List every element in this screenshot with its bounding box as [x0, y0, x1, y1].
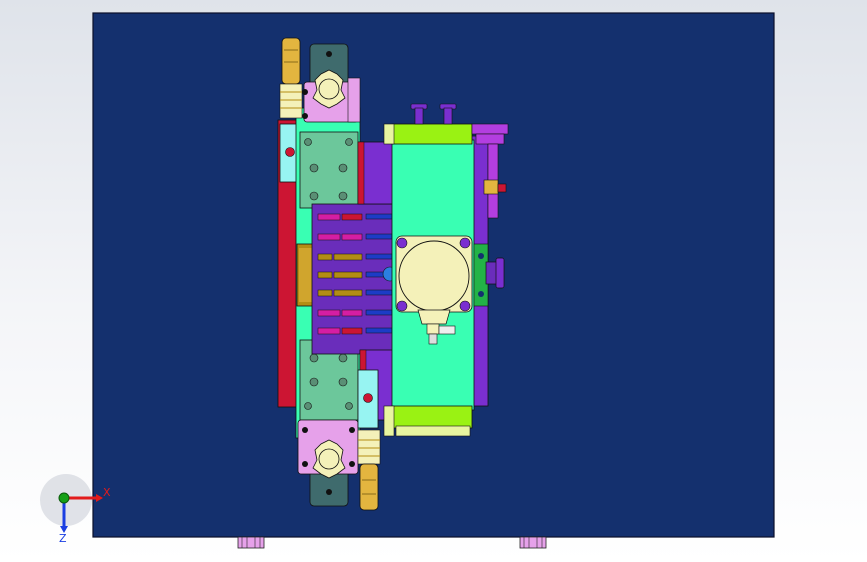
plate-feet [237, 536, 547, 549]
cad-viewport[interactable]: X Z [0, 0, 867, 562]
brass-bolt-top [279, 37, 303, 119]
x-axis-label: X [103, 486, 111, 499]
brass-bolt-bottom [357, 429, 381, 511]
lime-end-cap-top [391, 123, 473, 145]
y-axis-point [58, 492, 70, 504]
lime-end-cap-bottom [391, 405, 473, 429]
z-axis-label: Z [59, 532, 67, 545]
